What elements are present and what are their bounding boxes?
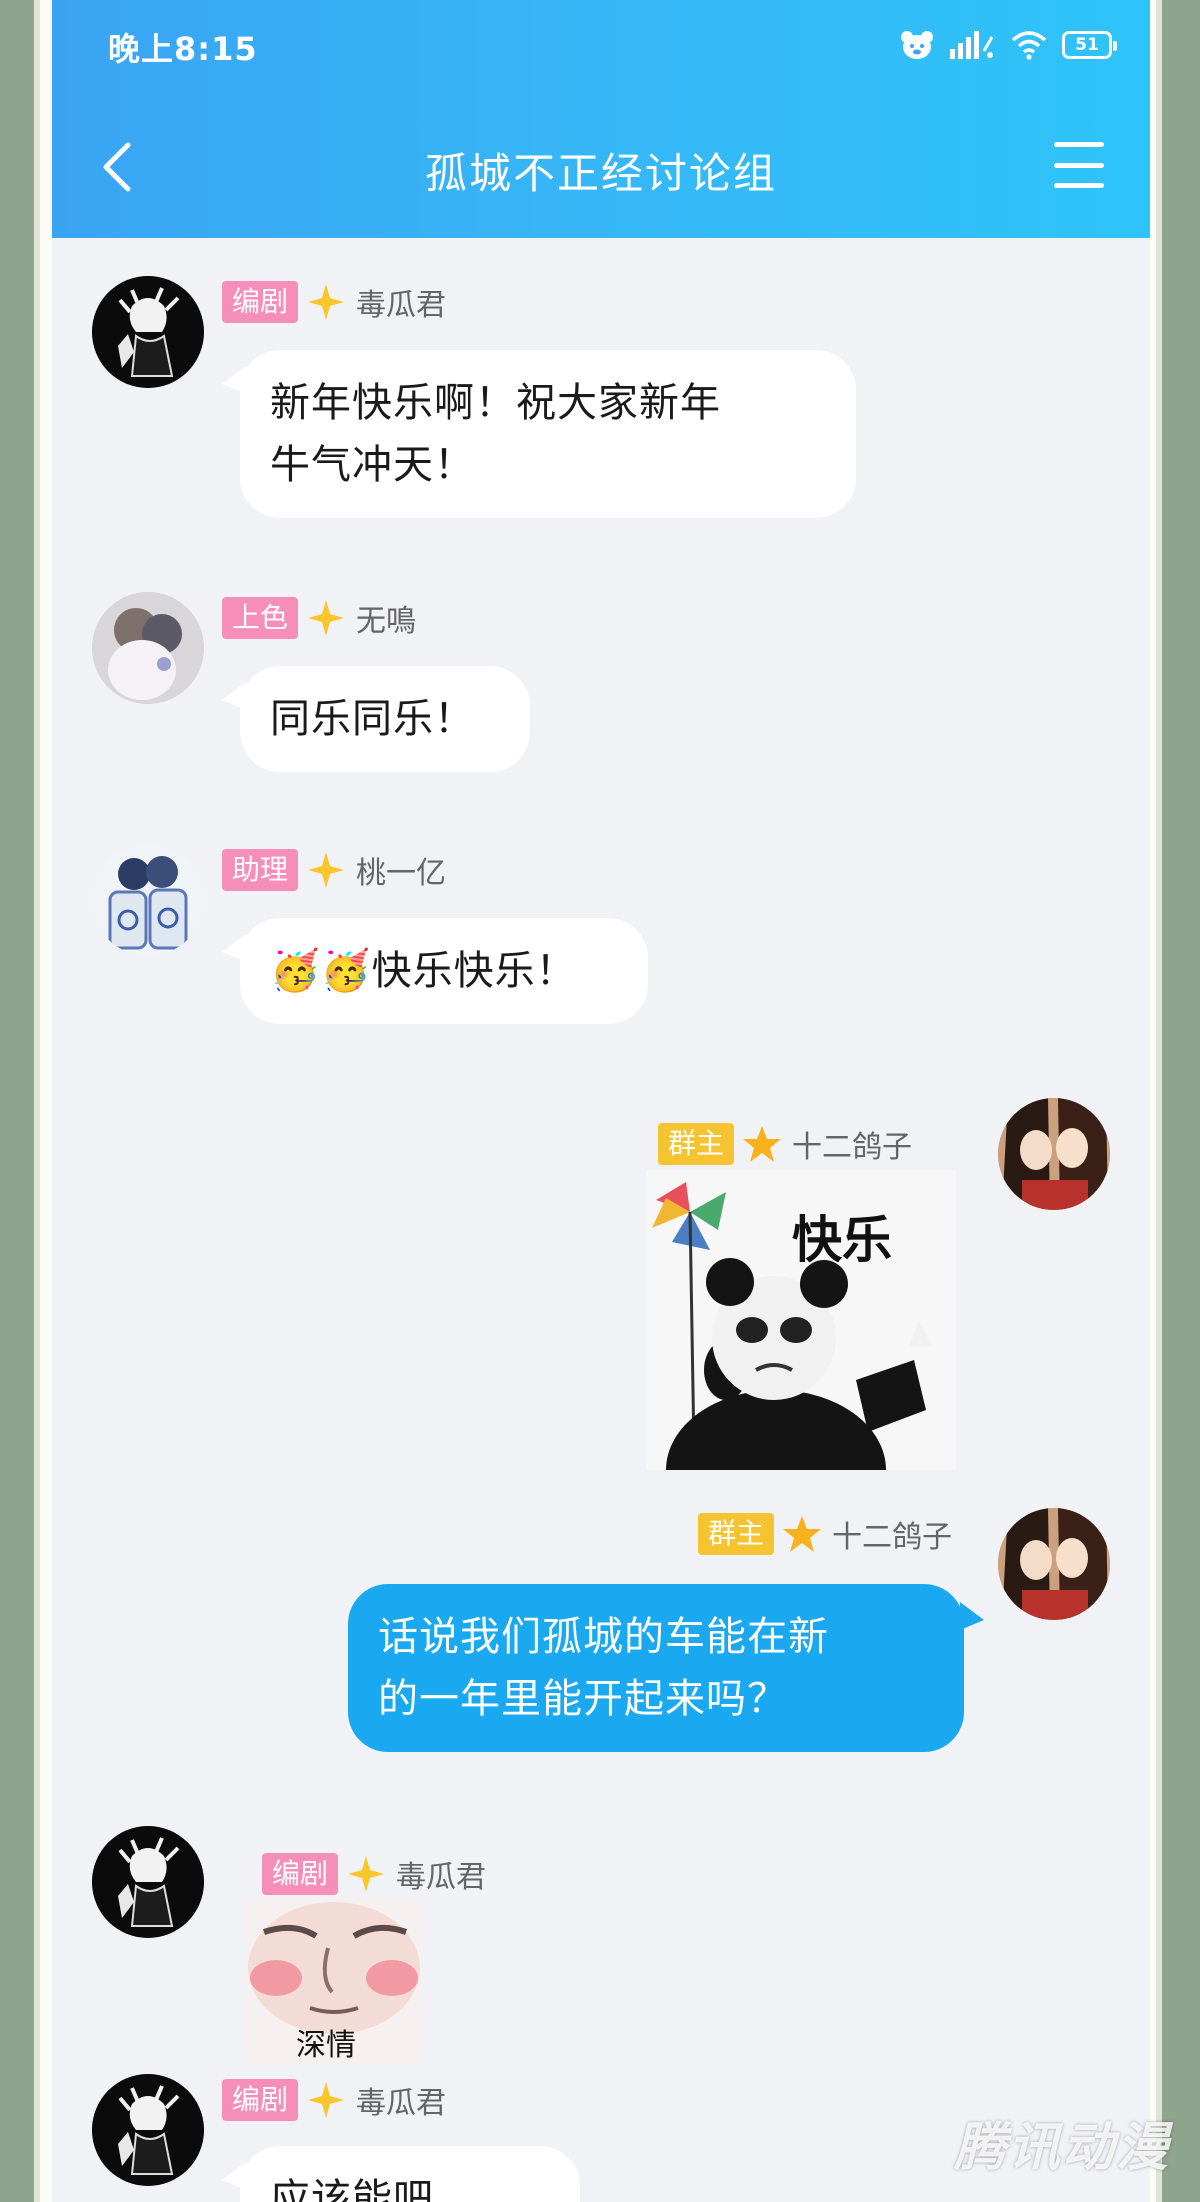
message-text-line: 牛气冲天！: [270, 442, 475, 488]
message-bubble[interactable]: 新年快乐啊！祝大家新年 牛气冲天！: [240, 350, 856, 518]
avatar-duguajun[interactable]: [92, 2074, 204, 2186]
star-icon: [782, 1514, 822, 1554]
bubble-tail: [960, 1602, 984, 1630]
bear-icon: [900, 28, 934, 62]
sender-name: 十二鸽子: [832, 1520, 953, 1555]
role-badge: 助理: [222, 849, 299, 891]
message-meta: 编剧 毒瓜君: [262, 1852, 486, 1896]
top-bar: 晚上8:15 51 孤城不正经讨论组: [52, 0, 1150, 238]
role-badge: 编剧: [222, 281, 299, 323]
message-text: 快乐快乐！: [371, 948, 577, 994]
sticker-caption: 快乐: [792, 1211, 892, 1269]
role-badge: 编剧: [262, 1853, 339, 1895]
message-meta: 助理 桃一亿: [222, 848, 446, 892]
menu-icon-line: [1054, 183, 1104, 188]
role-badge: 编剧: [222, 2079, 299, 2121]
sparkle-icon: [306, 282, 346, 322]
sparkle-icon: [306, 598, 346, 638]
avatar-wuming[interactable]: [92, 592, 204, 704]
sticker-deep-love[interactable]: 深情: [246, 1898, 422, 2064]
sender-name: 桃一亿: [356, 856, 447, 891]
sender-name: 毒瓜君: [396, 1860, 487, 1895]
battery-icon: 51: [1062, 28, 1117, 62]
sparkle-icon: [306, 850, 346, 890]
message-bubble[interactable]: 同乐同乐！: [240, 666, 530, 772]
message-meta: 编剧 毒瓜君: [222, 280, 446, 324]
sender-name: 毒瓜君: [356, 2086, 447, 2121]
message-meta: 群主 十二鸽子: [698, 1512, 952, 1556]
party-emoji: 🥳🥳: [270, 948, 372, 994]
message-bubble[interactable]: 🥳🥳快乐快乐！: [240, 918, 648, 1024]
message-bubble[interactable]: 应该能吧: [240, 2146, 580, 2202]
message-text-line: 话说我们孤城的车能在新: [378, 1614, 829, 1660]
role-badge: 群主: [698, 1513, 775, 1555]
menu-button[interactable]: [1054, 142, 1104, 188]
star-icon: [742, 1124, 782, 1164]
avatar-shiergezi[interactable]: [998, 1508, 1110, 1620]
avatar-duguajun[interactable]: [92, 1826, 204, 1938]
message-meta: 上色 无鳴: [222, 596, 416, 640]
menu-icon-line: [1054, 162, 1104, 168]
status-time: 晚上8:15: [108, 30, 258, 68]
chat-title: 孤城不正经讨论组: [424, 149, 777, 198]
message-meta: 编剧 毒瓜君: [222, 2078, 446, 2122]
avatar-duguajun[interactable]: [92, 276, 204, 388]
message-meta: 群主 十二鸽子: [658, 1122, 912, 1166]
signal-icon: [948, 28, 996, 62]
sender-name: 毒瓜君: [356, 288, 447, 323]
menu-icon-line: [1054, 142, 1104, 147]
role-badge: 群主: [658, 1123, 735, 1165]
sender-name: 十二鸽子: [792, 1130, 913, 1165]
avatar-shiergezi[interactable]: [998, 1098, 1110, 1210]
message-text-line: 的一年里能开起来吗？: [378, 1676, 788, 1722]
avatar-taoyiyi[interactable]: [92, 844, 204, 956]
sender-name: 无鳴: [356, 604, 417, 639]
wifi-icon: [1010, 28, 1048, 62]
message-text-line: 新年快乐啊！祝大家新年: [270, 380, 721, 426]
battery-level: 51: [1062, 31, 1117, 59]
message-text: 同乐同乐！: [270, 696, 475, 742]
sticker-caption: 深情: [296, 2028, 356, 2063]
sticker-panda-happy[interactable]: 快乐: [646, 1170, 956, 1470]
sparkle-icon: [306, 2080, 346, 2120]
role-badge: 上色: [222, 597, 299, 639]
message-text: 应该能吧: [270, 2176, 434, 2202]
message-bubble-self[interactable]: 话说我们孤城的车能在新 的一年里能开起来吗？: [348, 1584, 964, 1752]
status-icons: 51: [900, 28, 1117, 62]
phone-screen: 晚上8:15 51 孤城不正经讨论组 编剧 毒瓜君 新年快乐啊！祝大家新年 牛气…: [52, 0, 1150, 2202]
watermark-logo: 腾讯动漫: [953, 2118, 1170, 2178]
sparkle-icon: [346, 1854, 386, 1894]
